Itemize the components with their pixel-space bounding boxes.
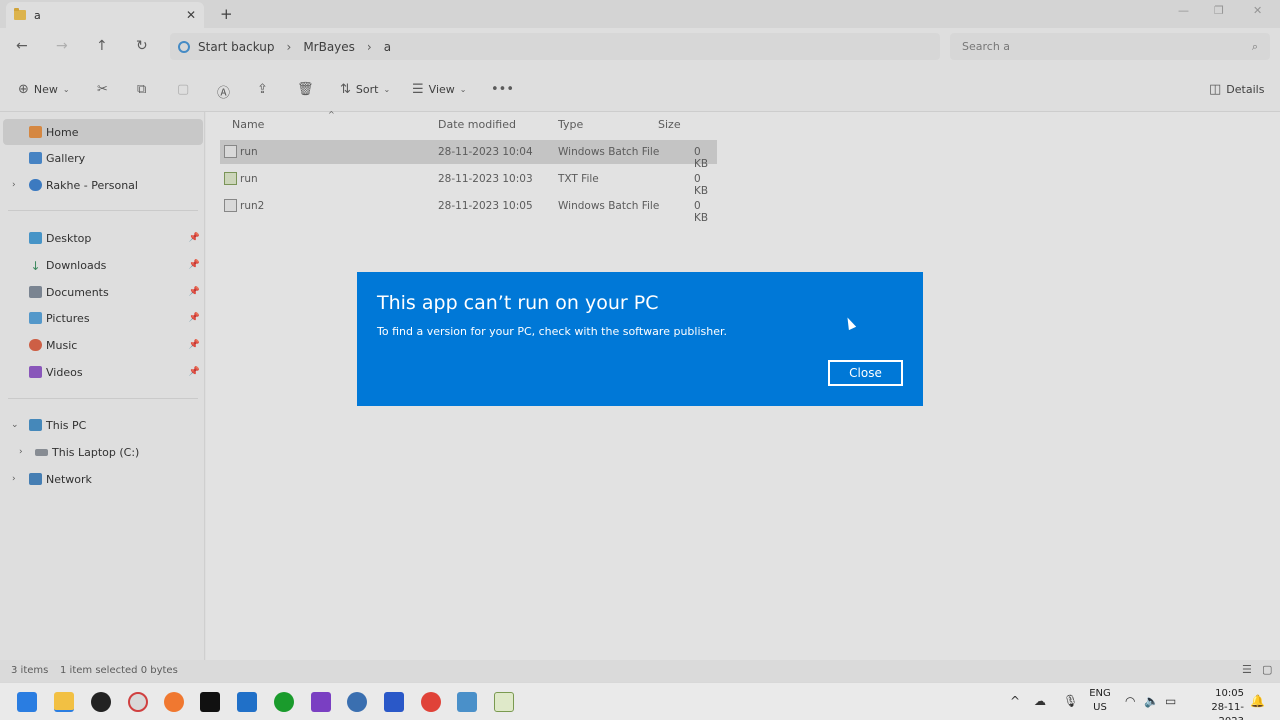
close-button[interactable]: Close xyxy=(828,360,903,386)
chrome-icon[interactable] xyxy=(421,692,441,712)
app-icon[interactable] xyxy=(384,692,404,712)
app-icon[interactable] xyxy=(128,692,148,712)
app-icon[interactable] xyxy=(311,692,331,712)
dialog-message: To find a version for your PC, check wit… xyxy=(377,325,727,338)
terminal-icon[interactable] xyxy=(200,692,220,712)
language-indicator[interactable]: ENG US xyxy=(1088,687,1112,715)
file-explorer-icon[interactable] xyxy=(54,692,74,712)
microphone-icon[interactable]: 🎙 xyxy=(1063,694,1078,708)
battery-icon[interactable]: ▭ xyxy=(1165,694,1176,708)
volume-icon[interactable]: 🔈 xyxy=(1144,694,1159,708)
taskbar: ^ ☁ 🎙 ENG US ◠ 🔈 ▭ 10:05 28-11-2023 🔔 xyxy=(0,682,1280,720)
cloud-icon[interactable]: ☁ xyxy=(1034,694,1046,708)
calculator-icon[interactable] xyxy=(457,692,477,712)
firefox-icon[interactable] xyxy=(164,692,184,712)
xbox-icon[interactable] xyxy=(274,692,294,712)
start-windows-icon[interactable] xyxy=(17,692,37,712)
language-code: ENG xyxy=(1089,688,1111,699)
clock-time: 10:05 xyxy=(1215,688,1244,699)
chevron-up-icon[interactable]: ^ xyxy=(1010,694,1020,708)
store-icon[interactable] xyxy=(237,692,257,712)
region-code: US xyxy=(1093,702,1107,713)
notepad-icon[interactable] xyxy=(494,692,514,712)
error-dialog: This app can’t run on your PC To find a … xyxy=(357,272,923,406)
app-icon[interactable] xyxy=(347,692,367,712)
app-icon[interactable] xyxy=(91,692,111,712)
notification-bell-icon[interactable]: 🔔 xyxy=(1250,694,1265,708)
wifi-icon[interactable]: ◠ xyxy=(1125,694,1135,708)
clock[interactable]: 10:05 28-11-2023 xyxy=(1186,687,1244,720)
clock-date: 28-11-2023 xyxy=(1211,702,1244,720)
dialog-title: This app can’t run on your PC xyxy=(377,292,659,314)
